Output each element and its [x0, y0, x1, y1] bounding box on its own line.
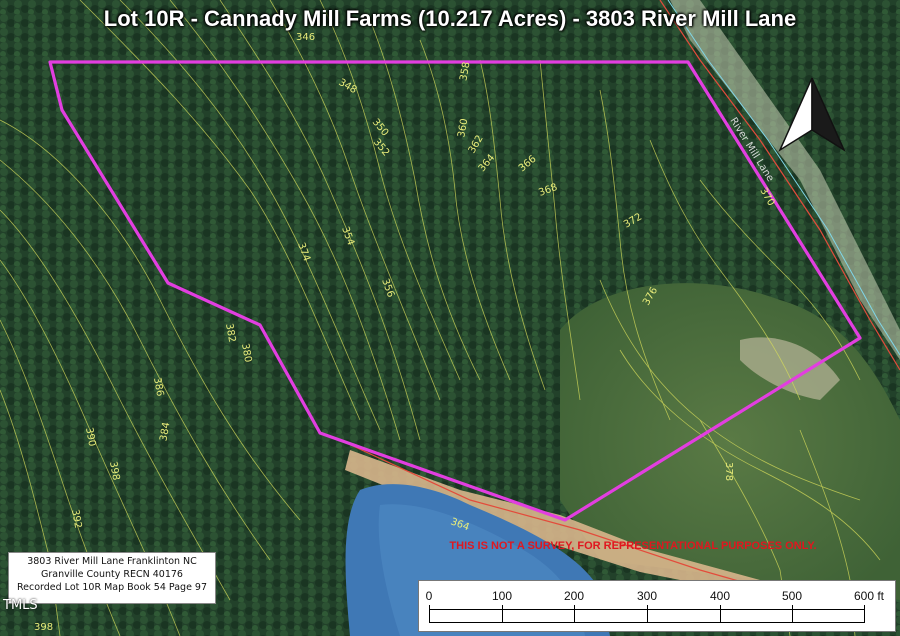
scale-label-500: 500: [781, 589, 803, 603]
mls-watermark: TMLS: [3, 598, 38, 613]
scale-label-200: 200: [563, 589, 585, 603]
property-info-box: 3803 River Mill Lane Franklinton NC Gran…: [8, 552, 216, 604]
scale-tick: [502, 605, 503, 623]
scale-label-300: 300: [636, 589, 658, 603]
scale-tick: [720, 605, 721, 623]
scale-tick: [429, 605, 430, 623]
contour-label: 398: [34, 622, 53, 633]
scale-tick: [864, 605, 865, 623]
scale-tick: [647, 605, 648, 623]
scale-tick: [574, 605, 575, 623]
scale-label-0: 0: [425, 589, 433, 603]
contour-label: 346: [296, 32, 315, 43]
scale-label-400: 400: [709, 589, 731, 603]
scale-tick: [792, 605, 793, 623]
scale-label-600: 600 ft: [853, 589, 885, 603]
contour-label: 378: [723, 462, 734, 481]
info-line-county: Granville County RECN 40176: [41, 569, 183, 580]
map-title: Lot 10R - Cannady Mill Farms (10.217 Acr…: [103, 6, 797, 31]
info-line-record: Recorded Lot 10R Map Book 54 Page 97: [16, 582, 208, 593]
info-line-address: 3803 River Mill Lane Franklinton NC: [27, 556, 197, 567]
scale-bar: 0 100 200 300 400 500 600 ft: [418, 580, 896, 632]
disclaimer-text: THIS IS NOT A SURVEY, FOR REPRESENTATION…: [449, 540, 817, 552]
scale-label-100: 100: [491, 589, 513, 603]
